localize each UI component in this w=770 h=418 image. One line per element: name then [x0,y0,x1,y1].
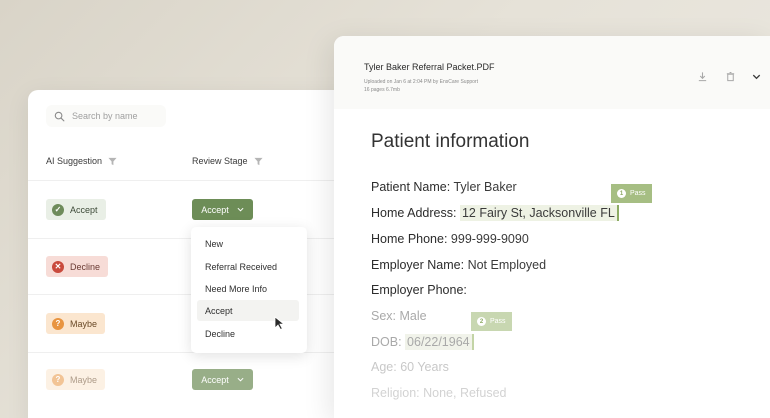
pass-tag[interactable]: 1 Pass [611,184,652,203]
cursor-icon [274,316,286,330]
highlighted-value[interactable]: 06/22/1964 [405,334,474,350]
review-stage-dropdown-button[interactable]: Accept [192,199,253,220]
pass-label: Pass [490,318,506,325]
pass-tag[interactable]: 2 Pass [471,312,512,331]
pass-number: 2 [477,317,486,326]
check-icon: ✓ [52,203,64,216]
field-label: Sex: [371,309,397,323]
trash-icon[interactable] [725,71,736,82]
badge-label: Decline [70,261,101,272]
referral-list-panel: AI Suggestion Review Stage ✓ Accept Acce… [28,90,368,418]
search-box[interactable] [46,105,166,127]
field-value: Male [399,309,427,323]
document-viewer: Tyler Baker Referral Packet.PDF Uploaded… [334,36,770,418]
download-icon[interactable] [697,71,708,82]
badge-label: Maybe [70,374,98,385]
column-label: AI Suggestion [46,156,103,166]
field-employer-name: Employer Name: Not Employed [371,258,546,272]
column-header-review-stage[interactable]: Review Stage [192,156,263,166]
ai-suggestion-badge-maybe: ? Maybe [46,369,106,390]
highlighted-value[interactable]: 12 Fairy St, Jacksonville FL [459,205,619,221]
x-icon: ✕ [52,260,64,273]
chevron-down-icon [237,207,244,212]
field-label: DOB: [371,335,402,349]
field-dob: DOB: 06/22/1964 [371,334,474,350]
field-label: Employer Phone: [371,283,467,297]
page-heading: Patient information [371,131,530,152]
field-label: Home Address: [371,206,457,220]
pass-label: Pass [630,190,646,197]
field-label: Age: [371,360,397,374]
field-patient-name: Patient Name: Tyler Baker [371,180,517,194]
field-value: Tyler Baker [453,180,517,194]
column-header-ai-suggestion[interactable]: AI Suggestion [46,156,117,166]
question-icon: ? [52,317,64,330]
chevron-down-icon [237,377,244,382]
field-home-phone: Home Phone: 999-999-9090 [371,232,529,246]
review-stage-menu: New Referral Received Need More Info Acc… [191,227,307,353]
field-value: 60 Years [400,360,449,374]
document-header: Tyler Baker Referral Packet.PDF Uploaded… [334,36,770,109]
document-title: Tyler Baker Referral Packet.PDF [364,62,495,72]
field-age: Age: 60 Years [371,360,449,374]
ai-suggestion-badge-accept: ✓ Accept [46,199,106,220]
search-icon [54,111,65,121]
divider [28,180,368,181]
menu-item-referral-received[interactable]: Referral Received [197,256,299,277]
field-label: Religion: [371,386,420,400]
field-employer-phone: Employer Phone: [371,283,467,297]
menu-item-need-more-info[interactable]: Need More Info [197,278,299,299]
file-info: 16 pages 6.7mb [364,87,400,93]
field-value: 999-999-9090 [450,232,529,246]
ai-suggestion-badge-decline: ✕ Decline [46,256,109,277]
chevron-down-icon[interactable] [751,71,762,82]
column-label: Review Stage [192,156,248,166]
review-stage-dropdown-button[interactable]: Accept [192,369,253,390]
menu-item-new[interactable]: New [197,233,299,254]
badge-label: Maybe [70,318,98,329]
field-value: None, Refused [423,386,507,400]
upload-info: Uploaded on Jan 6 at 2:04 PM by EnsCare … [364,79,478,85]
filter-icon[interactable] [108,157,117,166]
ai-suggestion-badge-maybe: ? Maybe [46,313,106,334]
badge-label: Accept [70,204,98,215]
document-page: Patient information Patient Name: Tyler … [371,126,770,418]
question-icon: ? [52,373,64,386]
field-sex: Sex: Male [371,309,427,323]
review-stage-label: Accept [201,374,229,385]
search-input[interactable] [72,111,162,121]
review-stage-label: Accept [201,204,229,215]
field-value: Not Employed [467,258,547,272]
field-home-address: Home Address: 12 Fairy St, Jacksonville … [371,205,619,221]
pass-number: 1 [617,189,626,198]
field-religion: Religion: None, Refused [371,386,507,400]
field-label: Patient Name: [371,180,451,194]
field-label: Employer Name: [371,258,465,272]
filter-icon[interactable] [253,157,263,166]
field-label: Home Phone: [371,232,448,246]
document-meta: Uploaded on Jan 6 at 2:04 PM by EnsCare … [364,78,478,94]
